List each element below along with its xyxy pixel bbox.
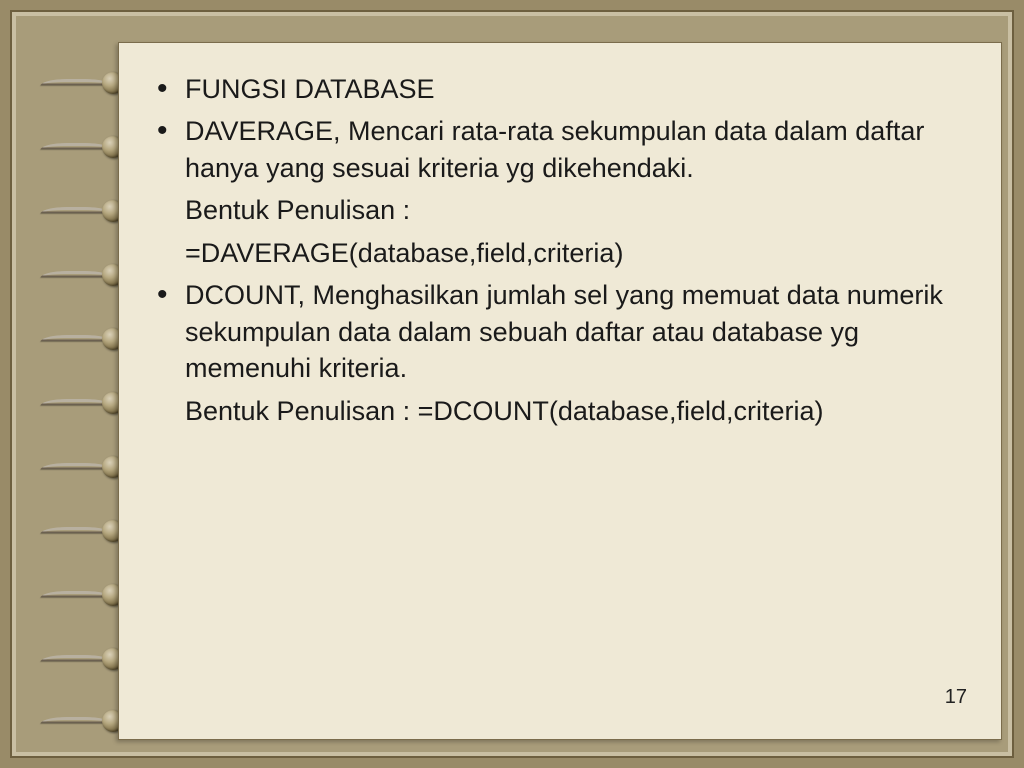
list-item: =DAVERAGE(database,field,criteria) bbox=[149, 235, 957, 271]
list-item-text: DCOUNT, Menghasilkan jumlah sel yang mem… bbox=[185, 280, 943, 383]
list-item-text: FUNGSI DATABASE bbox=[185, 74, 435, 104]
list-item: Bentuk Penulisan : bbox=[149, 192, 957, 228]
slide-content: FUNGSI DATABASE DAVERAGE, Mencari rata-r… bbox=[119, 43, 1001, 429]
slide-frame: FUNGSI DATABASE DAVERAGE, Mencari rata-r… bbox=[10, 10, 1014, 758]
list-item-text: =DAVERAGE(database,field,criteria) bbox=[185, 238, 623, 268]
list-item-text: Bentuk Penulisan : bbox=[185, 195, 410, 225]
list-item: FUNGSI DATABASE bbox=[149, 71, 957, 107]
bullet-list: FUNGSI DATABASE DAVERAGE, Mencari rata-r… bbox=[149, 71, 957, 429]
list-item-text: Bentuk Penulisan : =DCOUNT(database,fiel… bbox=[185, 396, 824, 426]
list-item-text: DAVERAGE, Mencari rata-rata sekumpulan d… bbox=[185, 116, 924, 182]
list-item: DAVERAGE, Mencari rata-rata sekumpulan d… bbox=[149, 113, 957, 186]
list-item: Bentuk Penulisan : =DCOUNT(database,fiel… bbox=[149, 393, 957, 429]
spiral-binding bbox=[42, 42, 122, 740]
slide-page: FUNGSI DATABASE DAVERAGE, Mencari rata-r… bbox=[118, 42, 1002, 740]
page-number: 17 bbox=[945, 686, 967, 709]
list-item: DCOUNT, Menghasilkan jumlah sel yang mem… bbox=[149, 277, 957, 386]
